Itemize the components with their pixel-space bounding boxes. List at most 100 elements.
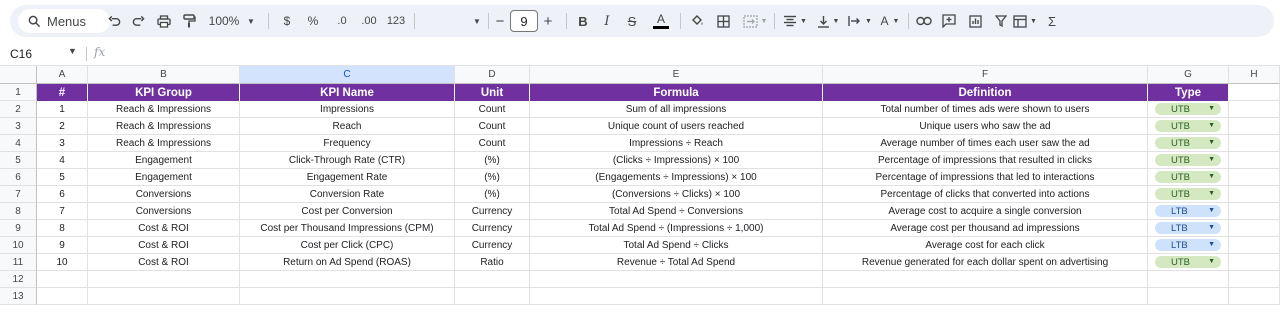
decrease-font-size-icon[interactable]: − [494, 11, 506, 31]
empty-cell[interactable] [1229, 186, 1280, 203]
empty-cell[interactable] [1229, 152, 1280, 169]
definition-cell[interactable]: Percentage of clicks that converted into… [823, 186, 1148, 203]
font-size-input[interactable]: 9 [510, 10, 538, 32]
undo-icon[interactable] [106, 11, 122, 31]
empty-cell[interactable] [1229, 220, 1280, 237]
type-dropdown-chip[interactable]: LTB ▼ [1155, 205, 1221, 217]
type-cell[interactable]: LTB ▼ [1148, 237, 1229, 254]
kpi-name-cell[interactable]: Impressions [240, 101, 455, 118]
column-header-a[interactable]: A [37, 66, 88, 84]
unit-cell[interactable]: Ratio [455, 254, 530, 271]
filter-views-icon[interactable]: ▼ [1010, 11, 1040, 31]
column-header-c[interactable]: C [240, 66, 455, 84]
type-dropdown-chip[interactable]: UTB ▼ [1155, 103, 1221, 115]
row-number-cell[interactable]: 9 [37, 237, 88, 254]
formula-cell[interactable]: Total Ad Spend ÷ Conversions [530, 203, 823, 220]
empty-cell[interactable] [1229, 203, 1280, 220]
row-header-2[interactable]: 2 [0, 101, 37, 118]
menus-search-button[interactable]: Menus [18, 9, 110, 33]
type-dropdown-chip[interactable]: LTB ▼ [1155, 239, 1221, 251]
horizontal-align-icon[interactable]: ▼ [780, 11, 810, 31]
text-color-icon[interactable]: A [650, 11, 672, 31]
select-all-corner[interactable] [0, 66, 37, 84]
row-number-cell[interactable]: 10 [37, 254, 88, 271]
column-header-d[interactable]: D [455, 66, 530, 84]
row-number-cell[interactable]: 4 [37, 152, 88, 169]
empty-cell[interactable] [1229, 254, 1280, 271]
empty-cell[interactable] [455, 271, 530, 288]
kpi-group-cell[interactable]: Conversions [88, 203, 240, 220]
kpi-name-cell[interactable]: Reach [240, 118, 455, 135]
currency-format-button[interactable]: $ [280, 11, 294, 31]
text-rotation-icon[interactable]: A ▼ [876, 11, 904, 31]
type-cell[interactable]: LTB ▼ [1148, 203, 1229, 220]
italic-icon[interactable]: I [600, 11, 614, 31]
kpi-group-cell[interactable]: Cost & ROI [88, 254, 240, 271]
empty-cell[interactable] [1229, 271, 1280, 288]
type-cell[interactable]: UTB ▼ [1148, 135, 1229, 152]
increase-font-size-icon[interactable]: + [542, 11, 554, 31]
type-cell[interactable]: UTB ▼ [1148, 254, 1229, 271]
table-header-cell[interactable]: KPI Name [240, 84, 455, 101]
row-number-cell[interactable]: 1 [37, 101, 88, 118]
empty-cell[interactable] [1229, 288, 1280, 305]
row-header-8[interactable]: 8 [0, 203, 37, 220]
row-header-10[interactable]: 10 [0, 237, 37, 254]
empty-cell[interactable] [1229, 101, 1280, 118]
definition-cell[interactable]: Percentage of impressions that resulted … [823, 152, 1148, 169]
font-dropdown-icon[interactable]: ▼ [472, 11, 482, 31]
type-dropdown-chip[interactable]: LTB ▼ [1155, 222, 1221, 234]
formula-cell[interactable]: (Conversions ÷ Clicks) × 100 [530, 186, 823, 203]
empty-cell[interactable] [1229, 118, 1280, 135]
empty-cell[interactable] [823, 271, 1148, 288]
definition-cell[interactable]: Average cost to acquire a single convers… [823, 203, 1148, 220]
borders-icon[interactable] [714, 11, 732, 31]
empty-cell[interactable] [37, 271, 88, 288]
insert-comment-icon[interactable] [940, 11, 958, 31]
type-dropdown-chip[interactable]: UTB ▼ [1155, 256, 1221, 268]
type-cell[interactable]: UTB ▼ [1148, 101, 1229, 118]
formula-cell[interactable]: Revenue ÷ Total Ad Spend [530, 254, 823, 271]
filter-icon[interactable] [992, 11, 1010, 31]
empty-cell[interactable] [1229, 135, 1280, 152]
definition-cell[interactable]: Total number of times ads were shown to … [823, 101, 1148, 118]
unit-cell[interactable]: Currency [455, 237, 530, 254]
empty-cell[interactable] [240, 271, 455, 288]
kpi-group-cell[interactable]: Reach & Impressions [88, 101, 240, 118]
zoom-dropdown-icon[interactable]: ▼ [246, 11, 256, 31]
paint-format-icon[interactable] [180, 11, 198, 31]
fill-color-icon[interactable] [688, 11, 706, 31]
formula-input[interactable] [120, 45, 1270, 63]
type-cell[interactable]: UTB ▼ [1148, 118, 1229, 135]
text-wrapping-icon[interactable]: ▼ [846, 11, 874, 31]
print-icon[interactable] [155, 11, 173, 31]
merge-cells-icon[interactable]: ▼ [740, 11, 770, 31]
type-cell[interactable]: UTB ▼ [1148, 169, 1229, 186]
row-number-cell[interactable]: 5 [37, 169, 88, 186]
definition-cell[interactable]: Average number of times each user saw th… [823, 135, 1148, 152]
table-header-cell[interactable]: Definition [823, 84, 1148, 101]
kpi-name-cell[interactable]: Cost per Conversion [240, 203, 455, 220]
row-number-cell[interactable]: 7 [37, 203, 88, 220]
unit-cell[interactable]: Count [455, 135, 530, 152]
formula-cell[interactable]: Impressions ÷ Reach [530, 135, 823, 152]
kpi-group-cell[interactable]: Reach & Impressions [88, 135, 240, 152]
kpi-group-cell[interactable]: Cost & ROI [88, 220, 240, 237]
kpi-name-cell[interactable]: Frequency [240, 135, 455, 152]
definition-cell[interactable]: Average cost for each click [823, 237, 1148, 254]
kpi-group-cell[interactable]: Cost & ROI [88, 237, 240, 254]
row-header-13[interactable]: 13 [0, 288, 37, 305]
column-header-e[interactable]: E [530, 66, 823, 84]
table-header-cell[interactable]: # [37, 84, 88, 101]
kpi-name-cell[interactable]: Engagement Rate [240, 169, 455, 186]
kpi-name-cell[interactable]: Conversion Rate [240, 186, 455, 203]
row-header-7[interactable]: 7 [0, 186, 37, 203]
table-header-cell[interactable]: Formula [530, 84, 823, 101]
table-header-cell[interactable]: Type [1148, 84, 1229, 101]
unit-cell[interactable]: Currency [455, 220, 530, 237]
empty-cell[interactable] [240, 288, 455, 305]
empty-cell[interactable] [1229, 169, 1280, 186]
functions-icon[interactable]: Σ [1044, 11, 1060, 31]
empty-cell[interactable] [1229, 84, 1280, 101]
kpi-group-cell[interactable]: Engagement [88, 152, 240, 169]
